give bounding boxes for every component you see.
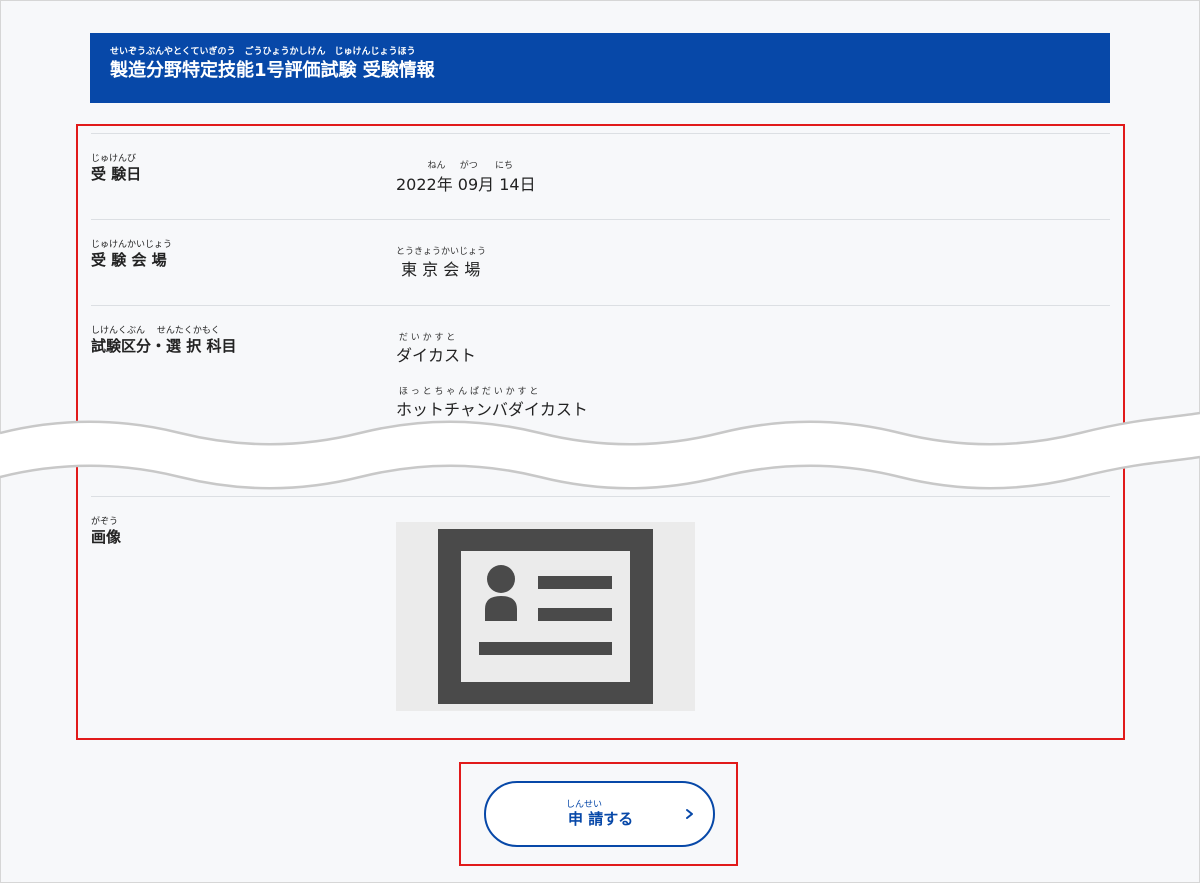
row-divider [91,219,1110,220]
chevron-right-icon [686,809,693,819]
category-value: ダイカスト [396,346,477,365]
page-header: せいぞうぶんやとくていぎのう ごうひょうかしけん じゅけんじょうほう 製造分野特… [90,33,1110,103]
apply-button[interactable]: しんせい 申 請する [484,781,715,847]
apply-button-label: 申 請する [568,810,634,828]
id-card-image [396,522,695,711]
image-label: 画像 [91,528,122,546]
row-divider [91,305,1110,306]
venue-label: 受 験 会 場 [91,251,167,269]
row-divider [91,496,1110,497]
exam-date-value-ruby: ねん がつ にち [396,161,513,171]
exam-date-value: 2022年 09月 14日 [396,175,536,194]
section-cut-wave [0,411,1200,490]
venue-value: 東 京 会 場 [396,260,481,279]
exam-date-label: 受 験日 [91,165,142,183]
row-divider [91,133,1110,134]
category-label: 試験区分・選 択 科目 [91,337,237,355]
page-title: 製造分野特定技能1号評価試験 受験情報 [110,60,435,81]
id-card-icon [438,529,653,704]
